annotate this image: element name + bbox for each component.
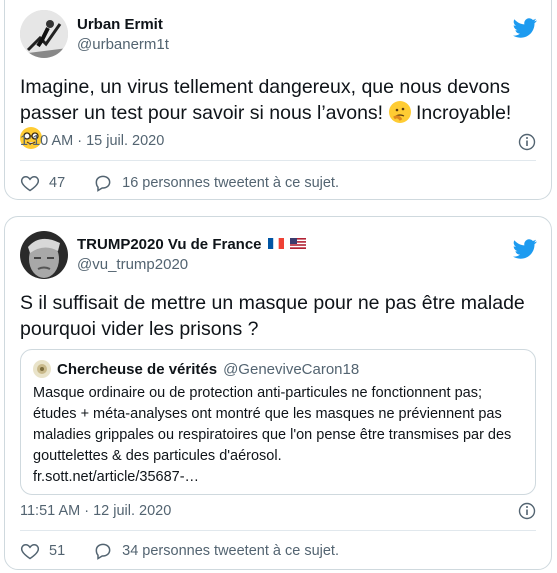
quoted-author-name: Chercheuse de vérités — [57, 360, 218, 378]
author-name[interactable]: Urban Ermit — [77, 15, 169, 35]
heart-icon — [20, 543, 40, 560]
conversation-text: 16 personnes tweetent à ce sujet. — [122, 175, 339, 191]
speech-bubble-icon — [95, 543, 111, 560]
quoted-link[interactable]: fr.sott.net/article/35687-… — [33, 469, 199, 485]
speech-bubble-icon — [95, 175, 111, 192]
conversation-button[interactable]: 34 personnes tweetent à ce sujet. — [93, 541, 339, 561]
tweet-actions: 51 34 personnes tweetent à ce sujet. — [20, 541, 339, 561]
tweet-text-exclaim: Incroyable! — [415, 102, 512, 124]
tweet-timestamp[interactable]: 11:51 AM · 12 juil. 2020 — [20, 503, 171, 519]
author-handle[interactable]: @urbanerm1t — [77, 35, 169, 55]
tweet-card[interactable]: Urban Ermit @urbanerm1t Imagine, un viru… — [4, 0, 552, 200]
like-count: 51 — [49, 543, 66, 559]
info-icon[interactable] — [518, 133, 536, 151]
quoted-tweet[interactable]: Chercheuse de vérités @GeneviveCaron18 M… — [20, 349, 536, 495]
author-name-text: TRUMP2020 Vu de France — [77, 236, 262, 253]
like-button[interactable]: 47 — [20, 173, 65, 193]
us-flag-icon — [289, 238, 306, 249]
twitter-bird-icon[interactable] — [513, 237, 537, 261]
avatar[interactable] — [20, 10, 68, 58]
conversation-button[interactable]: 16 personnes tweetent à ce sujet. — [93, 173, 339, 193]
twitter-bird-icon[interactable] — [513, 16, 537, 40]
tweet-text: S il suffisait de mettre un masque pour … — [20, 292, 525, 340]
quoted-tweet-text: Masque ordinaire ou de protection anti-p… — [33, 383, 523, 488]
quoted-tweet-header: Chercheuse de vérités @GeneviveCaron18 — [33, 360, 523, 378]
divider — [20, 530, 536, 531]
thinking-face-icon — [388, 101, 411, 123]
heart-icon — [20, 175, 40, 192]
author-handle[interactable]: @vu_trump2020 — [77, 255, 306, 275]
tweet-actions: 47 16 personnes tweetent à ce sujet. — [20, 173, 339, 193]
avatar[interactable] — [20, 231, 68, 279]
quoted-text-body: Masque ordinaire ou de protection anti-p… — [33, 385, 512, 464]
divider — [20, 160, 536, 161]
conversation-text: 34 personnes tweetent à ce sujet. — [122, 543, 339, 559]
author-name[interactable]: TRUMP2020 Vu de France — [77, 235, 306, 255]
tweet-timestamp[interactable]: 1:10 AM · 15 juil. 2020 — [20, 133, 164, 149]
like-count: 47 — [49, 175, 66, 191]
france-flag-icon — [267, 238, 284, 249]
avatar — [33, 360, 51, 378]
like-button[interactable]: 51 — [20, 541, 65, 561]
quoted-author-handle: @GeneviveCaron18 — [223, 360, 360, 378]
info-icon[interactable] — [518, 502, 536, 520]
tweet-card[interactable]: TRUMP2020 Vu de France @vu_trump2020 S i… — [4, 216, 552, 570]
